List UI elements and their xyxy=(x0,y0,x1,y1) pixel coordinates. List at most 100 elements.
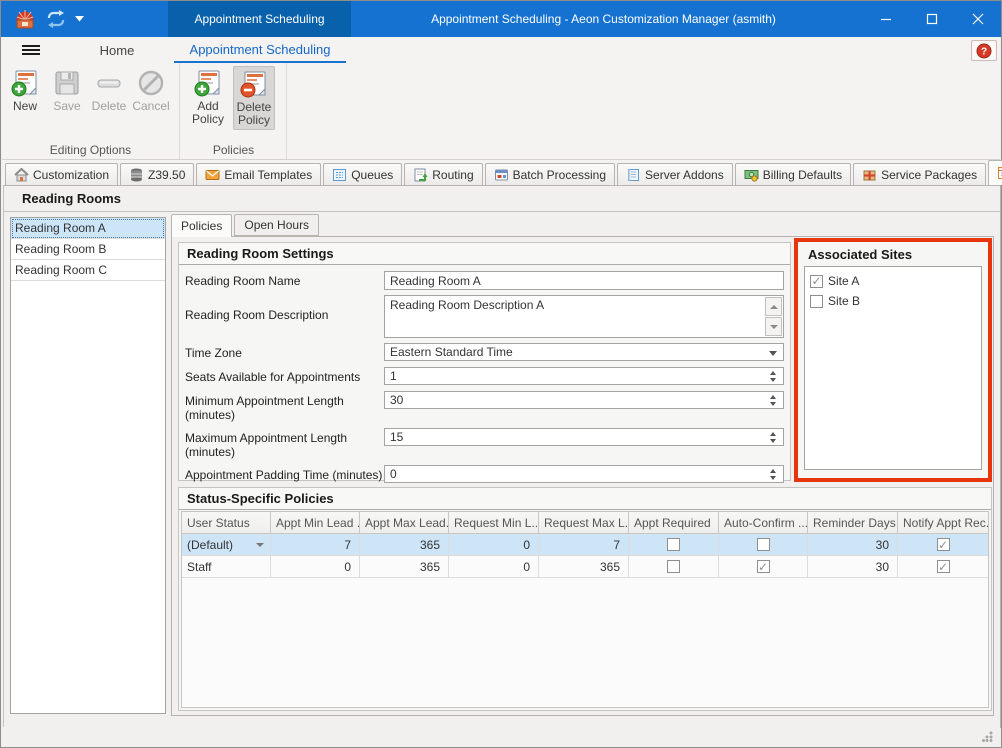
tab-policies[interactable]: Policies xyxy=(171,214,232,237)
cell-appt-max-lead[interactable]: 365 xyxy=(359,556,448,578)
site-b-item[interactable]: ✓ Site B xyxy=(808,291,978,311)
tab-customization[interactable]: Customization xyxy=(5,163,118,185)
field-label-room-name: Reading Room Name xyxy=(185,271,384,288)
cell-user-status[interactable]: (Default) xyxy=(182,534,270,556)
site-a-item[interactable]: ✓ Site A xyxy=(808,271,978,291)
auto-confirm-checkbox[interactable]: ✓ xyxy=(757,560,770,573)
field-label-min-appt-length: Minimum Appointment Length (minutes) xyxy=(185,391,384,422)
spinner-arrows[interactable] xyxy=(766,392,780,408)
cell-auto-confirm[interactable]: ✓ xyxy=(718,556,807,578)
ribbon-tab-home[interactable]: Home xyxy=(72,37,162,63)
new-button[interactable]: New xyxy=(4,66,46,115)
reading-room-description-input[interactable]: Reading Room Description A xyxy=(384,295,784,338)
col-request-min-lead[interactable]: Request Min L... xyxy=(448,512,538,533)
tab-service-packages[interactable]: Service Packages xyxy=(853,163,986,185)
cell-user-status[interactable]: Staff xyxy=(182,556,270,578)
tab-server-addons[interactable]: Server Addons xyxy=(617,163,733,185)
cell-appt-max-lead[interactable]: 365 xyxy=(359,534,448,556)
cancel-button[interactable]: Cancel xyxy=(130,66,172,115)
cell-appt-required[interactable]: ✓ xyxy=(628,534,718,556)
module-tab-strip: Customization Z39.50 Email Templates Q xyxy=(2,160,1000,185)
cell-reminder-days[interactable]: 30 xyxy=(807,556,897,578)
undo-redo-icon[interactable] xyxy=(46,10,66,28)
cell-appt-required[interactable]: ✓ xyxy=(628,556,718,578)
ribbon-tab-row: Home Appointment Scheduling ? xyxy=(2,37,1000,63)
database-icon xyxy=(129,168,144,182)
cell-appt-min-lead[interactable]: 0 xyxy=(270,556,359,578)
spinner-arrows[interactable] xyxy=(766,429,780,445)
tab-billing-defaults[interactable]: Billing Defaults xyxy=(735,163,851,185)
spinner-arrows[interactable] xyxy=(766,368,780,384)
titlebar-active-tab[interactable]: Appointment Scheduling xyxy=(168,1,351,37)
svg-text:?: ? xyxy=(981,46,987,57)
ribbon-group-editing-options: New Save Delete xyxy=(2,63,180,159)
col-notify-appt-rec[interactable]: Notify Appt Rec... xyxy=(897,512,988,533)
spinner-arrows[interactable] xyxy=(766,466,780,482)
site-b-checkbox[interactable]: ✓ xyxy=(810,295,823,308)
list-item-reading-room-c[interactable]: Reading Room C xyxy=(11,260,165,281)
user-status-dropdown-caret[interactable] xyxy=(256,543,264,547)
auto-confirm-checkbox[interactable]: ✓ xyxy=(757,538,770,551)
seats-available-spinner[interactable]: 1 xyxy=(384,367,784,385)
maximize-icon xyxy=(926,13,938,25)
cell-appt-min-lead[interactable]: 7 xyxy=(270,534,359,556)
col-request-max-lead[interactable]: Request Max L... xyxy=(538,512,628,533)
menu-hamburger-icon[interactable] xyxy=(22,45,40,55)
dropdown-caret-icon[interactable] xyxy=(769,351,777,356)
min-appt-length-spinner[interactable]: 30 xyxy=(384,391,784,409)
help-button[interactable]: ? xyxy=(971,40,997,61)
cell-request-max-lead[interactable]: 365 xyxy=(538,556,628,578)
appt-required-checkbox[interactable]: ✓ xyxy=(667,560,680,573)
maximize-button[interactable] xyxy=(909,1,955,37)
resize-grip[interactable] xyxy=(982,731,993,742)
cell-notify-appt-rec[interactable]: ✓ xyxy=(897,556,988,578)
col-appt-min-lead[interactable]: Appt Min Lead ... xyxy=(270,512,359,533)
time-zone-dropdown[interactable]: Eastern Standard Time xyxy=(384,343,784,361)
close-button[interactable] xyxy=(955,1,1001,37)
ribbon-tab-appointment-scheduling[interactable]: Appointment Scheduling xyxy=(174,37,346,63)
reading-room-name-input[interactable]: Reading Room A xyxy=(384,271,784,290)
cell-auto-confirm[interactable]: ✓ xyxy=(718,534,807,556)
col-auto-confirm[interactable]: Auto-Confirm ... xyxy=(718,512,807,533)
col-appt-max-lead[interactable]: Appt Max Lead... xyxy=(359,512,448,533)
add-policy-button[interactable]: Add Policy xyxy=(183,66,233,130)
cell-notify-appt-rec[interactable]: ✓ xyxy=(897,534,988,556)
cell-reminder-days[interactable]: 30 xyxy=(807,534,897,556)
minimize-icon xyxy=(880,13,892,25)
max-appt-length-spinner[interactable]: 15 xyxy=(384,428,784,446)
list-item-reading-room-a[interactable]: Reading Room A xyxy=(11,218,165,239)
delete-policy-icon xyxy=(239,69,269,99)
appt-required-checkbox[interactable]: ✓ xyxy=(667,538,680,551)
ribbon-body: New Save Delete xyxy=(2,63,1000,160)
billing-banknote-icon xyxy=(744,168,759,182)
tab-open-hours[interactable]: Open Hours xyxy=(234,214,319,236)
delete-button[interactable]: Delete xyxy=(88,66,130,115)
tab-batch-processing[interactable]: Batch Processing xyxy=(485,163,615,185)
minimize-button[interactable] xyxy=(863,1,909,37)
col-appt-required[interactable]: Appt Required xyxy=(628,512,718,533)
appt-padding-spinner[interactable]: 0 xyxy=(384,465,784,483)
list-item-reading-room-b[interactable]: Reading Room B xyxy=(11,239,165,260)
routing-icon xyxy=(413,168,428,182)
tab-z3950[interactable]: Z39.50 xyxy=(120,163,194,185)
tab-queues[interactable]: Queues xyxy=(323,163,402,185)
cell-request-min-lead[interactable]: 0 xyxy=(448,556,538,578)
cell-request-min-lead[interactable]: 0 xyxy=(448,534,538,556)
site-a-checkbox[interactable]: ✓ xyxy=(810,275,823,288)
delete-policy-button[interactable]: Delete Policy xyxy=(233,66,275,130)
associated-sites-highlight-box: Associated Sites ✓ Site A ✓ Site B xyxy=(794,238,992,482)
tab-email-templates[interactable]: Email Templates xyxy=(196,163,321,185)
tab-routing[interactable]: Routing xyxy=(404,163,482,185)
notify-appt-rec-checkbox[interactable]: ✓ xyxy=(937,560,950,573)
detail-panel: Policies Open Hours Reading Room Setting… xyxy=(171,214,994,716)
save-button[interactable]: Save xyxy=(46,66,88,115)
status-policies-table: User Status Appt Min Lead ... Appt Max L… xyxy=(181,511,989,708)
notify-appt-rec-checkbox[interactable]: ✓ xyxy=(937,538,950,551)
col-reminder-days[interactable]: Reminder Days xyxy=(807,512,897,533)
scroll-down-button[interactable] xyxy=(765,317,782,336)
tab-appointment-scheduling[interactable]: Appointment Scheduling xyxy=(988,160,1002,185)
cell-request-max-lead[interactable]: 7 xyxy=(538,534,628,556)
scroll-up-button[interactable] xyxy=(765,297,782,316)
col-user-status[interactable]: User Status xyxy=(182,512,270,533)
quick-access-caret-icon[interactable] xyxy=(75,16,84,22)
